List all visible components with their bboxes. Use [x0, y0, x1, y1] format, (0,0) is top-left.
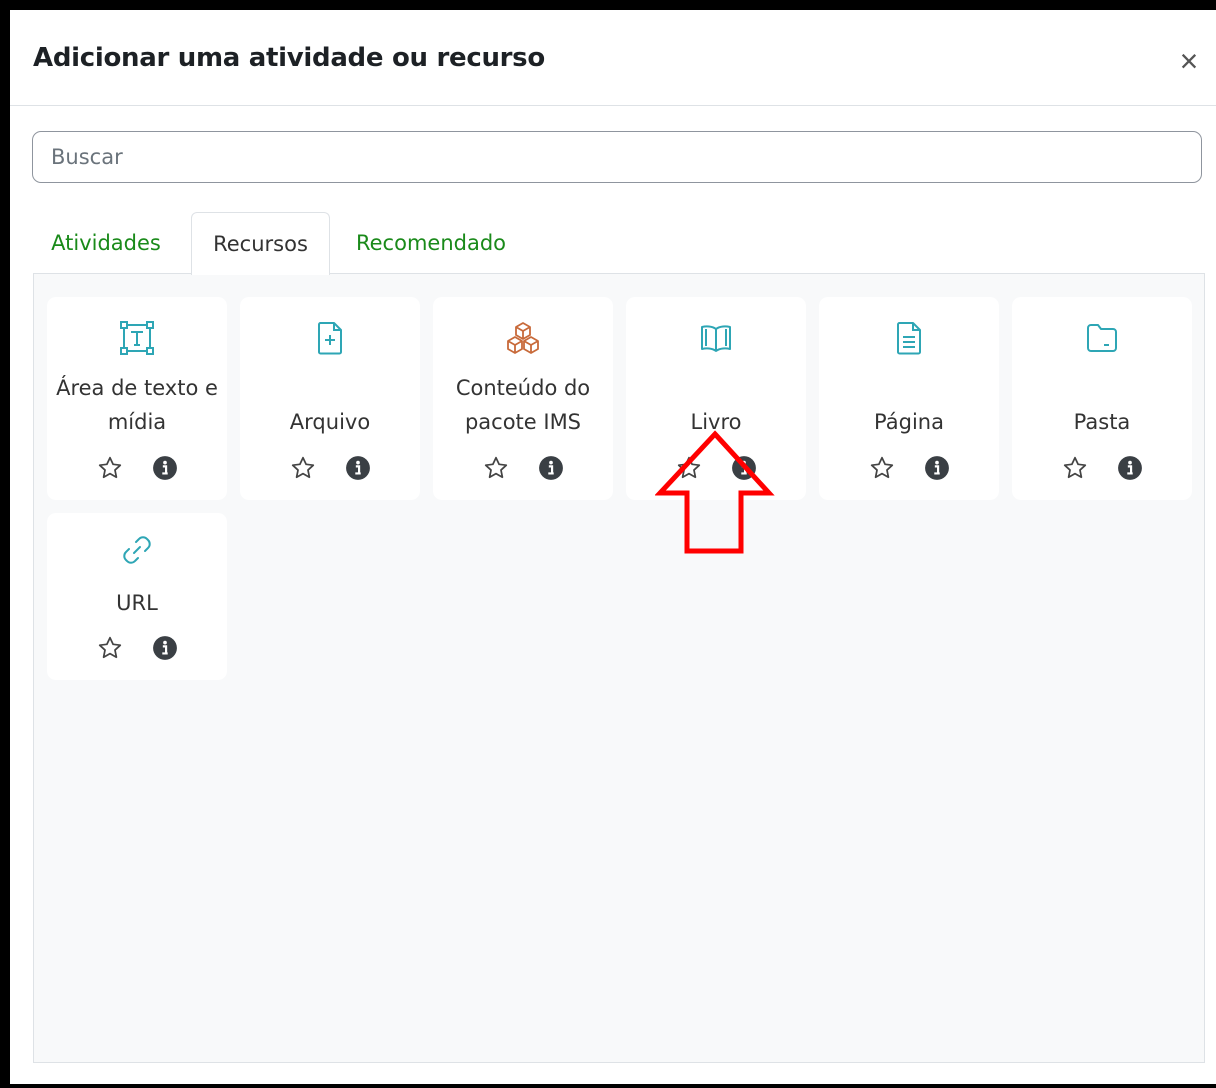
- star-outline-icon[interactable]: [1062, 455, 1088, 481]
- info-circle-icon[interactable]: [345, 455, 371, 481]
- modal-header: Adicionar uma atividade ou recurso ×: [10, 10, 1216, 106]
- resource-label: Conteúdo do pacote IMS: [455, 376, 591, 434]
- resources-panel: Área de texto e mídia Arquivo Conteúdo d…: [33, 273, 1205, 1063]
- resource-card-pacote-ims[interactable]: Conteúdo do pacote IMS: [433, 297, 613, 500]
- resource-card-arquivo[interactable]: Arquivo: [240, 297, 420, 500]
- info-circle-icon[interactable]: [1117, 455, 1143, 481]
- tab-recursos[interactable]: Recursos: [191, 212, 330, 275]
- file-add-icon: [318, 322, 342, 355]
- star-outline-icon[interactable]: [290, 455, 316, 481]
- resource-card-pagina[interactable]: Página: [819, 297, 999, 500]
- resource-card-area-de-texto[interactable]: Área de texto e mídia: [47, 297, 227, 500]
- resource-card-pasta[interactable]: Pasta: [1012, 297, 1192, 500]
- info-circle-icon[interactable]: [152, 455, 178, 481]
- search-input[interactable]: [32, 131, 1202, 183]
- info-circle-icon[interactable]: [538, 455, 564, 481]
- modal-title: Adicionar uma atividade ou recurso: [33, 43, 545, 73]
- book-icon: [701, 325, 731, 352]
- star-outline-icon[interactable]: [97, 455, 123, 481]
- info-circle-icon[interactable]: [152, 635, 178, 661]
- folder-icon: [1087, 324, 1117, 352]
- resource-card-url[interactable]: URL: [47, 513, 227, 680]
- resource-label: Pasta: [1073, 410, 1131, 434]
- link-icon: [123, 536, 151, 564]
- info-circle-icon[interactable]: [924, 455, 950, 481]
- boxes-icon: [507, 322, 539, 354]
- page-icon: [897, 322, 921, 355]
- star-outline-icon[interactable]: [97, 635, 123, 661]
- close-icon[interactable]: ×: [1176, 45, 1202, 77]
- resource-label: URL: [116, 591, 158, 615]
- star-outline-icon[interactable]: [483, 455, 509, 481]
- add-activity-modal: Adicionar uma atividade ou recurso × Ati…: [10, 10, 1216, 1084]
- resource-label: Área de texto e mídia: [56, 376, 218, 434]
- red-arrow-up-icon: [655, 430, 775, 554]
- tab-atividades[interactable]: Atividades: [43, 212, 169, 274]
- resource-label: Página: [874, 410, 944, 434]
- resource-label: Arquivo: [289, 410, 371, 434]
- star-outline-icon[interactable]: [869, 455, 895, 481]
- text-box-icon: [120, 321, 154, 355]
- tab-recomendado[interactable]: Recomendado: [348, 212, 514, 274]
